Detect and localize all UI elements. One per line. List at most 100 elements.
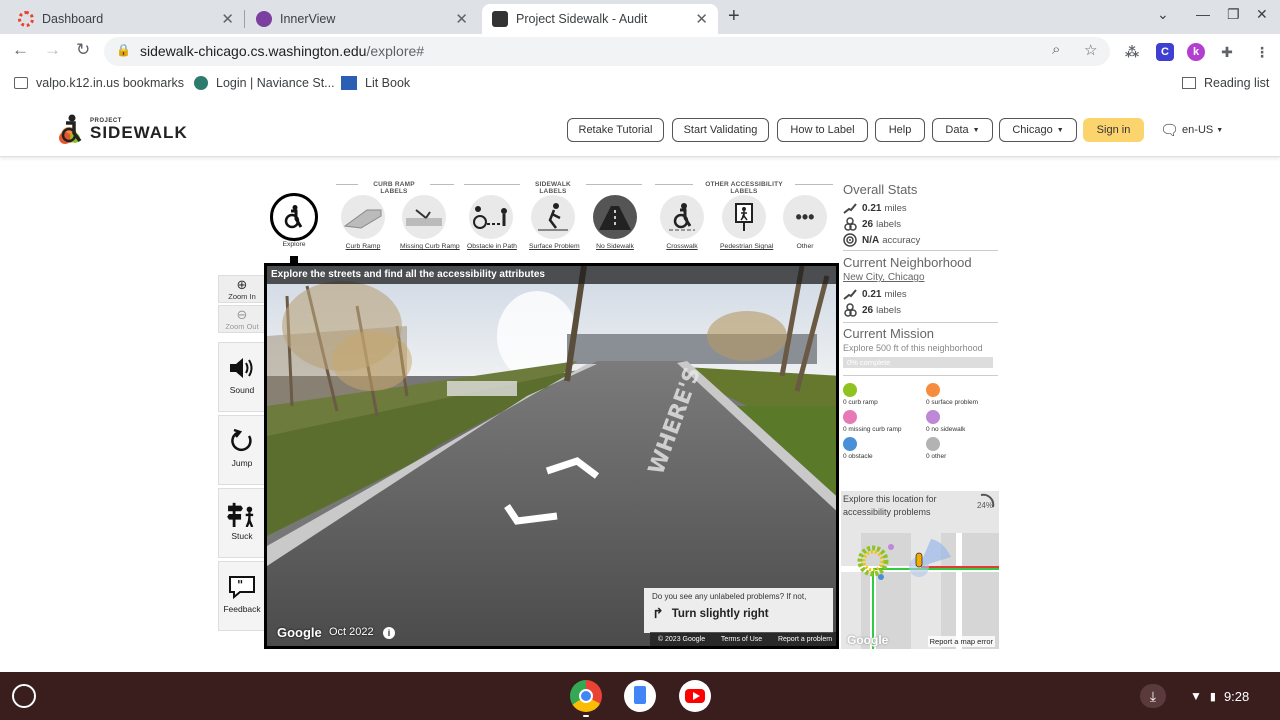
neighborhood-link[interactable]: New City, Chicago [843, 272, 998, 283]
retake-tutorial-button[interactable]: Retake Tutorial [567, 118, 664, 142]
city-label: Chicago [1012, 124, 1053, 136]
explore-circle [270, 193, 318, 241]
close-tab-icon[interactable]: ✕ [455, 10, 468, 28]
tab-innerview[interactable]: InnerView ✕ [246, 4, 478, 34]
wifi-icon: ▼ [1190, 689, 1202, 703]
missing-curb-ramp-tool[interactable]: Missing Curb Ramp [400, 195, 460, 250]
surface-problem-circle [531, 195, 575, 239]
overall-miles-stat: 0.21 miles [843, 200, 998, 216]
panel-divider [843, 322, 998, 323]
language-selector[interactable]: 🗨 en-US ▼ [1160, 121, 1223, 139]
tool-label: Explore [282, 241, 306, 248]
sound-button[interactable]: Sound [218, 342, 266, 412]
crosswalk-tool[interactable]: Crosswalk [658, 195, 706, 250]
obstacle-tool[interactable]: Obstacle in Path [467, 195, 517, 250]
tool-label: No Sidewalk [596, 243, 634, 250]
crosswalk-icon [669, 203, 695, 231]
tab-dashboard[interactable]: Dashboard ✕ [8, 4, 244, 34]
sign-in-button[interactable]: Sign in [1083, 118, 1144, 142]
group-divider [464, 184, 520, 185]
status-area[interactable]: ▼ ▮ 9:28 [1180, 684, 1259, 708]
other-tool[interactable]: ••• Other [781, 195, 829, 250]
legend-label: 0 no sidewalk [926, 426, 966, 433]
extension-tool-icon[interactable]: ⁂ [1123, 43, 1141, 61]
other-dot-icon [926, 437, 940, 451]
missing-curb-ramp-dot-icon [843, 410, 857, 424]
extensions-puzzle-icon[interactable]: ✚ [1218, 43, 1236, 61]
bookmark-lit-book[interactable]: Lit Book [341, 76, 410, 90]
jump-button[interactable]: Jump [218, 415, 266, 485]
close-window-icon[interactable]: ✕ [1256, 6, 1268, 23]
reading-list-label: Reading list [1204, 76, 1270, 90]
lit-book-icon [341, 76, 357, 90]
tote-icon[interactable]: ⤓ [1140, 684, 1166, 708]
info-icon[interactable]: i [383, 627, 395, 639]
chrome-app-icon[interactable] [570, 680, 602, 712]
overall-accuracy-stat: N/A accuracy [843, 232, 998, 248]
project-sidewalk-logo[interactable]: PROJECT SIDEWALK [56, 112, 188, 146]
address-bar[interactable]: 🔒 sidewalk-chicago.cs.washington.edu/exp… [104, 37, 1110, 66]
zoom-out-button[interactable]: ⊖ Zoom Out [218, 305, 266, 333]
legend-label: 0 curb ramp [843, 399, 878, 406]
close-tab-icon[interactable]: ✕ [695, 10, 708, 28]
curb-ramp-tool[interactable]: Curb Ramp [339, 195, 387, 250]
surface-problem-tool[interactable]: Surface Problem [529, 195, 580, 250]
copyright-text: © 2023 Google [657, 635, 706, 643]
start-validating-button[interactable]: Start Validating [672, 118, 769, 142]
zoom-in-button[interactable]: ⊕ Zoom In [218, 275, 266, 303]
help-button[interactable]: Help [875, 118, 925, 142]
menu-kebab-icon[interactable]: ⋮ [1253, 43, 1271, 61]
bookmarks-bar: valpo.k12.in.us bookmarks Login | Navian… [0, 70, 1280, 98]
labels-icon [844, 217, 857, 231]
reading-list-button[interactable]: Reading list [1182, 76, 1269, 90]
bookmark-naviance[interactable]: Login | Naviance St... [194, 76, 335, 90]
zoom-page-icon[interactable]: ⌕ [1052, 41, 1060, 58]
folder-icon [14, 77, 28, 89]
terms-link[interactable]: Terms of Use [721, 636, 762, 643]
naviance-icon [194, 76, 208, 90]
back-icon[interactable]: ← [12, 40, 29, 60]
feedback-button[interactable]: " Feedback [218, 561, 266, 631]
tab-project-sidewalk[interactable]: Project Sidewalk - Audit ✕ [482, 4, 718, 34]
bookmark-folder-valpo[interactable]: valpo.k12.in.us bookmarks [14, 76, 184, 90]
logo-big-text: SIDEWALK [90, 122, 188, 142]
data-label: Data [945, 124, 969, 136]
reload-icon[interactable]: ↻ [76, 40, 90, 60]
missing-curb-ramp-circle [402, 195, 446, 239]
explore-mode-button[interactable]: Explore [270, 193, 318, 248]
new-tab-icon[interactable]: + [728, 5, 740, 28]
minimize-icon[interactable]: — [1196, 6, 1210, 22]
google-docs-app-icon[interactable] [624, 680, 656, 712]
group-divider [795, 184, 833, 185]
extension-c-icon[interactable]: C [1156, 43, 1174, 61]
bookmark-star-icon[interactable]: ☆ [1084, 41, 1097, 59]
streetview-footer: © 2023 Google Terms of Use Report a prob… [650, 632, 836, 646]
streetview-panorama[interactable]: Explore the streets and find all the acc… [264, 263, 839, 649]
legend-other: 0 other [926, 437, 946, 460]
speaker-icon [230, 358, 253, 378]
minimap[interactable]: Explore this location for accessibility … [841, 491, 999, 649]
pedestrian-signal-tool[interactable]: Pedestrian Signal [720, 195, 773, 250]
bookmark-label: valpo.k12.in.us bookmarks [36, 76, 184, 90]
group-divider [586, 184, 642, 185]
report-problem-link[interactable]: Report a problem [778, 636, 832, 643]
curb-ramp-labels-heading: CURB RAMP LABELS [373, 181, 415, 195]
stuck-button[interactable]: Stuck [218, 488, 266, 558]
close-tab-icon[interactable]: ✕ [221, 10, 234, 28]
city-dropdown[interactable]: Chicago ▼ [999, 118, 1077, 142]
youtube-app-icon[interactable] [679, 680, 711, 712]
browser-tab-bar: Dashboard ✕ InnerView ✕ Project Sidewalk… [0, 0, 1280, 34]
no-sidewalk-tool[interactable]: No Sidewalk [591, 195, 639, 250]
chromeos-shelf: ⤓ ▼ ▮ 9:28 [0, 672, 1280, 720]
jump-label: Jump [231, 458, 253, 468]
forward-icon[interactable]: → [44, 40, 61, 60]
stuck-label: Stuck [231, 531, 253, 541]
how-to-label-button[interactable]: How to Label [777, 118, 868, 142]
launcher-icon[interactable] [12, 684, 36, 708]
labels-icon [844, 303, 857, 317]
tab-search-icon[interactable]: ⌄ [1157, 6, 1169, 23]
data-dropdown[interactable]: Data ▼ [932, 118, 993, 142]
restore-icon[interactable]: ❐ [1227, 6, 1240, 23]
report-map-error-link[interactable]: Report a map error [927, 636, 995, 647]
extension-k-icon[interactable]: k [1187, 43, 1205, 61]
